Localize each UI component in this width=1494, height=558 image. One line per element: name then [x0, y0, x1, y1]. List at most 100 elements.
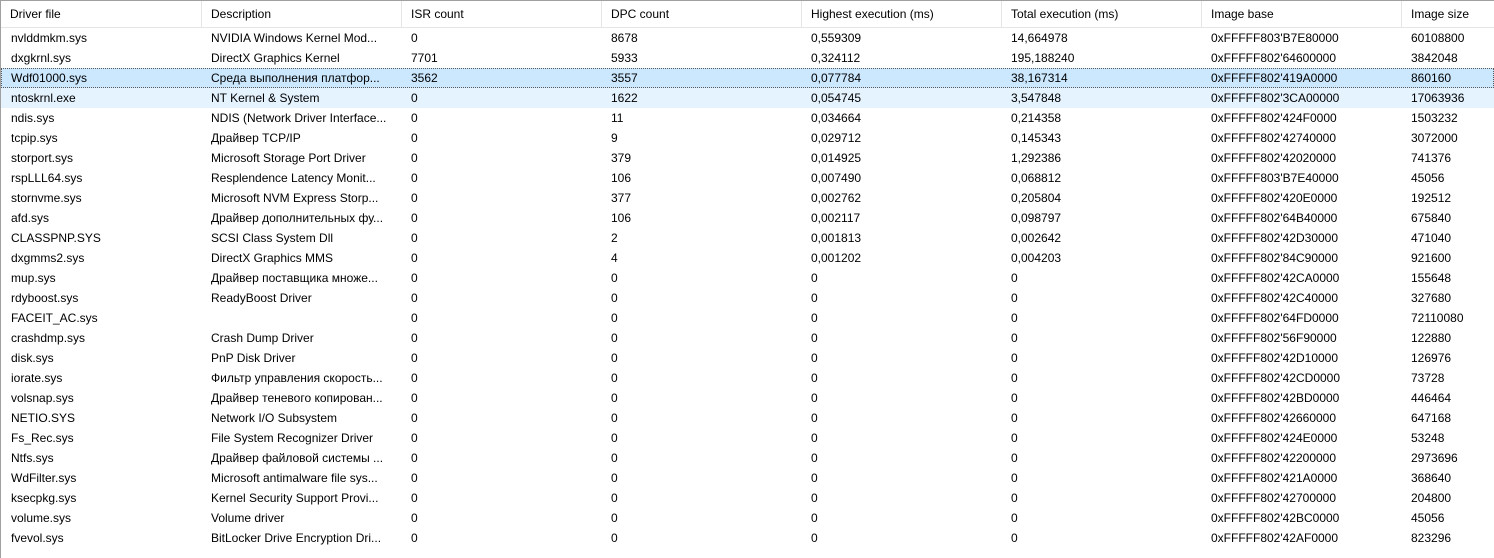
- highest-execution-cell: 0,002117: [811, 211, 861, 225]
- table-row[interactable]: volsnap.sys Драйвер теневого копирован...…: [1, 388, 1494, 408]
- image-size-cell: 1503232: [1411, 111, 1458, 125]
- table-row[interactable]: rspLLL64.sys Resplendence Latency Monit..…: [1, 168, 1494, 188]
- total-execution-cell: 0: [1011, 311, 1018, 325]
- highest-execution-cell: 0,001813: [811, 231, 862, 245]
- column-header-isr-count[interactable]: ISR count: [402, 1, 602, 27]
- highest-execution-cell: 0,034664: [811, 111, 862, 125]
- table-row[interactable]: WdFilter.sys Microsoft antimalware file s…: [1, 468, 1494, 488]
- table-row[interactable]: volume.sys Volume driver 0 0 0 0 0xFFFFF802'42…: [1, 508, 1494, 528]
- isr-count-cell: 0: [411, 491, 418, 505]
- table-row[interactable]: fvevol.sys BitLocker Drive Encryption Dri…: [1, 528, 1494, 548]
- dpc-count-cell: 0: [611, 331, 618, 345]
- image-size-cell: 327680: [1411, 291, 1452, 305]
- highest-execution-cell: 0: [811, 451, 818, 465]
- table-row[interactable]: iorate.sys Фильтр управления скорость... 0…: [1, 368, 1494, 388]
- table-row[interactable]: stornvme.sys Microsoft NVM Express Storp.…: [1, 188, 1494, 208]
- isr-count-cell: 7701: [411, 51, 438, 65]
- image-size-cell: 921600: [1411, 251, 1452, 265]
- total-execution-cell: 195,188240: [1011, 51, 1075, 65]
- highest-execution-cell: 0: [811, 311, 818, 325]
- description-cell: Драйвер дополнительных фу...: [211, 211, 384, 225]
- image-base-cell: 0xFFFFF802'42CD0000: [1211, 371, 1341, 385]
- description-cell: Фильтр управления скорость...: [211, 371, 383, 385]
- description-cell: PnP Disk Driver: [211, 351, 296, 365]
- isr-count-cell: 0: [411, 471, 418, 485]
- dpc-count-cell: 379: [611, 151, 632, 165]
- column-header-total-execution[interactable]: Total execution (ms): [1002, 1, 1202, 27]
- total-execution-cell: 0: [1011, 471, 1018, 485]
- table-row[interactable]: afd.sys Драйвер дополнительных фу... 0 106 0…: [1, 208, 1494, 228]
- description-cell: DirectX Graphics MMS: [211, 251, 334, 265]
- highest-execution-cell: 0: [811, 531, 818, 545]
- column-header-image-base[interactable]: Image base: [1202, 1, 1402, 27]
- image-size-cell: 45056: [1411, 171, 1445, 185]
- driver-file-cell: rspLLL64.sys: [11, 171, 83, 185]
- dpc-count-cell: 0: [611, 311, 618, 325]
- total-execution-cell: 0,205804: [1011, 191, 1062, 205]
- isr-count-cell: 0: [411, 531, 418, 545]
- table-body: nvlddmkm.sys NVIDIA Windows Kernel Mod...…: [1, 28, 1494, 548]
- image-size-cell: 3842048: [1411, 51, 1458, 65]
- total-execution-cell: 1,292386: [1011, 151, 1062, 165]
- highest-execution-cell: 0: [811, 331, 818, 345]
- table-row[interactable]: crashdmp.sys Crash Dump Driver 0 0 0 0 0xFFFFF…: [1, 328, 1494, 348]
- table-row[interactable]: Ntfs.sys Драйвер файловой системы ... 0 0 0 0…: [1, 448, 1494, 468]
- table-row[interactable]: NETIO.SYS Network I/O Subsystem 0 0 0 0 0xFFFF…: [1, 408, 1494, 428]
- total-execution-cell: 0: [1011, 511, 1018, 525]
- driver-file-cell: Ntfs.sys: [11, 451, 54, 465]
- isr-count-cell: 0: [411, 371, 418, 385]
- total-execution-cell: 0: [1011, 291, 1018, 305]
- image-base-cell: 0xFFFFF802'56F90000: [1211, 331, 1337, 345]
- table-row[interactable]: mup.sys Драйвер поставщика множе... 0 0 0 0 0x…: [1, 268, 1494, 288]
- image-base-cell: 0xFFFFF802'3CA00000: [1211, 91, 1340, 105]
- driver-file-cell: volsnap.sys: [11, 391, 74, 405]
- table-row[interactable]: storport.sys Microsoft Storage Port Drive…: [1, 148, 1494, 168]
- column-header-highest-execution[interactable]: Highest execution (ms): [802, 1, 1002, 27]
- table-row[interactable]: nvlddmkm.sys NVIDIA Windows Kernel Mod...…: [1, 28, 1494, 48]
- dpc-count-cell: 0: [611, 491, 618, 505]
- isr-count-cell: 0: [411, 111, 418, 125]
- image-base-cell: 0xFFFFF802'42CA0000: [1211, 271, 1340, 285]
- dpc-count-cell: 0: [611, 431, 618, 445]
- column-header-driver-file[interactable]: Driver file: [1, 1, 202, 27]
- table-row[interactable]: Fs_Rec.sys File System Recognizer Driver 0…: [1, 428, 1494, 448]
- table-row[interactable]: Wdf01000.sys Среда выполнения платфор... 3…: [1, 68, 1494, 88]
- total-execution-cell: 0: [1011, 451, 1018, 465]
- table-row[interactable]: ndis.sys NDIS (Network Driver Interface..…: [1, 108, 1494, 128]
- column-header-bar: Driver file Description ISR count DPC co…: [1, 1, 1494, 28]
- column-header-image-size[interactable]: Image size: [1402, 1, 1494, 27]
- table-row[interactable]: tcpip.sys Драйвер TCP/IP 0 9 0,029712 0,14534…: [1, 128, 1494, 148]
- isr-count-cell: 0: [411, 411, 418, 425]
- column-header-description[interactable]: Description: [202, 1, 402, 27]
- table-row[interactable]: rdyboost.sys ReadyBoost Driver 0 0 0 0 0xFFFFF…: [1, 288, 1494, 308]
- table-row[interactable]: dxgmms2.sys DirectX Graphics MMS 0 4 0,00120…: [1, 248, 1494, 268]
- driver-file-cell: Fs_Rec.sys: [11, 431, 74, 445]
- image-base-cell: 0xFFFFF802'42740000: [1211, 131, 1337, 145]
- image-base-cell: 0xFFFFF802'42BC0000: [1211, 511, 1340, 525]
- dpc-count-cell: 0: [611, 511, 618, 525]
- description-cell: Драйвер поставщика множе...: [211, 271, 378, 285]
- table-row[interactable]: disk.sys PnP Disk Driver 0 0 0 0 0xFFFFF802'42…: [1, 348, 1494, 368]
- description-cell: Microsoft Storage Port Driver: [211, 151, 366, 165]
- total-execution-cell: 0,002642: [1011, 231, 1062, 245]
- image-size-cell: 860160: [1411, 71, 1452, 85]
- image-size-cell: 126976: [1411, 351, 1452, 365]
- total-execution-cell: 0: [1011, 491, 1018, 505]
- table-row[interactable]: ksecpkg.sys Kernel Security Support Provi…: [1, 488, 1494, 508]
- dpc-count-cell: 0: [611, 531, 618, 545]
- table-row[interactable]: ntoskrnl.exe NT Kernel & System 0 1622 0,054…: [1, 88, 1494, 108]
- image-size-cell: 204800: [1411, 491, 1452, 505]
- column-header-dpc-count[interactable]: DPC count: [602, 1, 802, 27]
- total-execution-cell: 3,547848: [1011, 91, 1062, 105]
- image-base-cell: 0xFFFFF802'42700000: [1211, 491, 1337, 505]
- table-row[interactable]: FACEIT_AC.sys 0 0 0 0 0xFFFFF802'64FD0000 7211…: [1, 308, 1494, 328]
- table-row[interactable]: CLASSPNP.SYS SCSI Class System Dll 0 2 0,001…: [1, 228, 1494, 248]
- drivers-list-view[interactable]: Driver file Description ISR count DPC co…: [0, 0, 1494, 558]
- dpc-count-cell: 0: [611, 451, 618, 465]
- total-execution-cell: 0: [1011, 331, 1018, 345]
- table-row[interactable]: dxgkrnl.sys DirectX Graphics Kernel 7701 59…: [1, 48, 1494, 68]
- total-execution-cell: 0,214358: [1011, 111, 1062, 125]
- highest-execution-cell: 0,559309: [811, 31, 862, 45]
- highest-execution-cell: 0,002762: [811, 191, 862, 205]
- dpc-count-cell: 0: [611, 291, 618, 305]
